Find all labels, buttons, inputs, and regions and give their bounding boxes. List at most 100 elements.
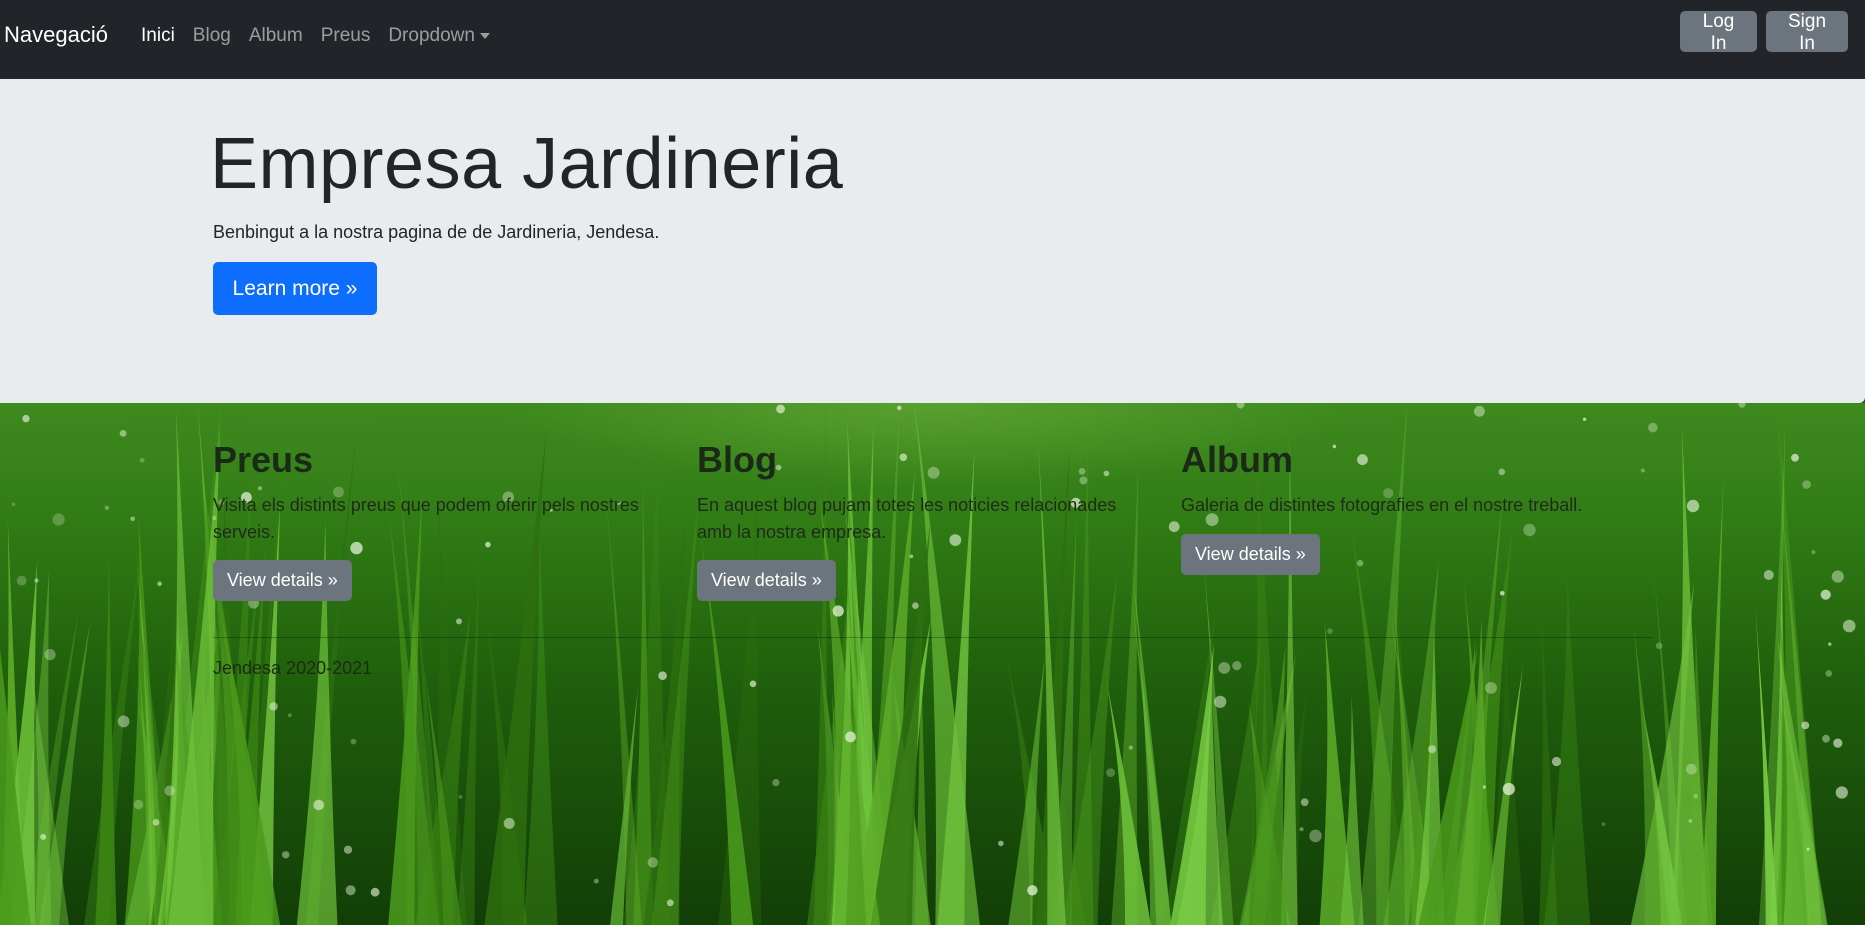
- dew-drop: [1601, 822, 1606, 826]
- nav-dropdown-toggle[interactable]: Dropdown: [379, 25, 499, 47]
- dew-drop: [1820, 589, 1831, 600]
- dew-drop: [1825, 670, 1833, 677]
- dew-drop: [1655, 642, 1663, 650]
- dew-drop: [1356, 560, 1364, 567]
- dew-drop: [1309, 829, 1322, 843]
- dew-drop: [1474, 405, 1485, 417]
- footer-copyright: Jendesa 2020-2021: [213, 658, 373, 678]
- dew-drop: [343, 845, 353, 854]
- grass-blade: [1340, 695, 1364, 925]
- login-button[interactable]: Log In: [1680, 11, 1757, 54]
- dew-drop: [1688, 819, 1693, 823]
- dew-drop: [593, 878, 599, 884]
- column-blog: Blog En aquest blog pujam totes les noti…: [697, 440, 1147, 546]
- dew-drop: [1842, 619, 1856, 633]
- dew-drop: [1214, 695, 1227, 708]
- column-text: Galeria de distintes fotografies en el n…: [1181, 495, 1583, 515]
- nav-link-album[interactable]: Album: [240, 25, 312, 47]
- column-text: En aquest blog pujam totes les noticies …: [697, 495, 1117, 542]
- navbar-brand[interactable]: Navegació: [4, 22, 108, 48]
- column-heading: Album: [1181, 439, 1293, 480]
- dew-drop: [1168, 521, 1180, 533]
- dew-drop: [1763, 570, 1774, 580]
- dew-drop: [282, 851, 290, 859]
- dew-drop: [1686, 763, 1697, 775]
- hero-lead: Benbingut a la nostra pagina de de Jardi…: [213, 222, 660, 242]
- dew-drop: [458, 794, 463, 799]
- dew-drop: [22, 414, 30, 423]
- dew-drop: [133, 799, 144, 810]
- dew-drop: [776, 404, 785, 414]
- nav-links: Inici Blog Album Preus Dropdown: [132, 25, 499, 47]
- column-album: Album Galeria de distintes fotografies e…: [1181, 440, 1631, 519]
- dew-drop: [1835, 786, 1848, 799]
- nav-link-preus[interactable]: Preus: [312, 25, 380, 47]
- view-details-preus-button[interactable]: View details »: [213, 560, 352, 601]
- learn-more-button[interactable]: Learn more »: [213, 262, 377, 315]
- dew-drop: [1738, 403, 1746, 408]
- column-text: Visita els distints preus que podem ofer…: [213, 495, 639, 542]
- grass-blade: [1544, 575, 1591, 925]
- dew-drop: [1791, 453, 1799, 462]
- dew-drop: [456, 618, 462, 625]
- dew-drop: [909, 554, 914, 559]
- dew-drop: [287, 713, 292, 718]
- dew-drop: [1802, 480, 1811, 489]
- dew-drop: [1811, 550, 1816, 555]
- dew-drop: [1027, 885, 1038, 896]
- dew-drop: [658, 671, 667, 680]
- dew-drop: [34, 578, 39, 583]
- dew-drop: [749, 680, 757, 688]
- dew-drop: [998, 840, 1004, 847]
- dew-drop: [130, 516, 135, 522]
- dew-drop: [104, 505, 110, 510]
- dew-drop: [1327, 628, 1333, 634]
- dew-drop: [119, 430, 127, 437]
- column-heading: Preus: [213, 439, 314, 480]
- hero-title: Empresa Jardineria: [210, 124, 844, 204]
- dew-drop: [1831, 570, 1844, 583]
- dew-drop: [44, 649, 56, 661]
- dew-drop: [40, 833, 47, 840]
- view-details-album-button[interactable]: View details »: [1181, 534, 1320, 575]
- dew-drop: [345, 885, 356, 896]
- nav-link-inici[interactable]: Inici: [132, 25, 184, 47]
- dew-drop: [503, 817, 515, 829]
- dew-drop: [1428, 745, 1436, 754]
- dew-drop: [52, 513, 65, 526]
- dew-drop: [1299, 827, 1304, 832]
- dew-drop: [370, 887, 380, 897]
- view-details-blog-button[interactable]: View details »: [697, 560, 836, 601]
- dew-drop: [1640, 468, 1645, 473]
- dew-drop: [1822, 734, 1830, 743]
- column-preus: Preus Visita els distints preus que pode…: [213, 440, 663, 546]
- signin-button[interactable]: Sign In: [1766, 11, 1848, 54]
- caret-down-icon: [479, 32, 490, 39]
- dew-drop: [1128, 745, 1133, 750]
- dew-drop: [1801, 721, 1810, 730]
- top-navbar: Navegació Inici Blog Album Preus Dropdow…: [0, 0, 1865, 79]
- dew-drop: [1485, 682, 1497, 694]
- dew-drop: [1693, 794, 1698, 799]
- dew-drop: [152, 819, 160, 826]
- dew-drop: [1482, 785, 1487, 789]
- dew-drop: [666, 899, 674, 907]
- dew-drop: [647, 857, 658, 868]
- dew-drop: [832, 605, 844, 617]
- hero-jumbotron: Empresa Jardineria Benbingut a la nostra…: [0, 79, 1865, 403]
- dew-drop: [16, 575, 27, 586]
- nav-link-blog[interactable]: Blog: [184, 25, 240, 47]
- dew-drop: [1582, 417, 1587, 421]
- dew-drop: [313, 799, 325, 811]
- dew-drop: [1806, 847, 1810, 851]
- dew-drop: [157, 581, 162, 587]
- dew-drop: [1232, 661, 1242, 671]
- dew-drop: [117, 715, 130, 728]
- dew-drop: [1500, 591, 1505, 596]
- dew-drop: [139, 457, 145, 463]
- divider: [213, 637, 1653, 638]
- dew-drop: [350, 738, 357, 745]
- dew-drop: [164, 785, 175, 796]
- dew-drop: [897, 405, 902, 411]
- dew-drop: [912, 602, 919, 609]
